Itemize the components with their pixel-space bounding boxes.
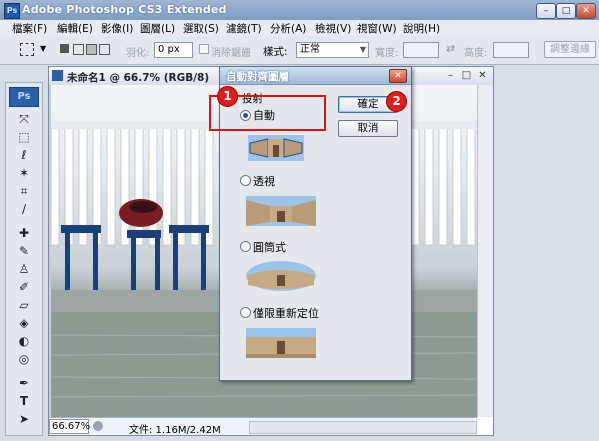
menu-filter[interactable]: 濾鏡(T) xyxy=(226,21,262,36)
status-menu-icon[interactable] xyxy=(93,421,103,431)
eraser-icon[interactable]: ▱ xyxy=(16,297,32,313)
type-icon[interactable]: T xyxy=(16,393,32,409)
new-selection-icon[interactable] xyxy=(60,44,69,53)
ps-logo[interactable]: Ps xyxy=(9,87,39,107)
style-select[interactable]: 正常 ▼ xyxy=(296,42,369,58)
menu-analysis[interactable]: 分析(A) xyxy=(270,21,306,36)
option-perspective-label: 透視 xyxy=(253,175,275,188)
options-bar: ▼ 羽化: 0 px 消除鋸齒 樣式: 正常 ▼ 寬度: ⇄ 高度: 調整邊緣 xyxy=(0,36,599,65)
document-maximize-icon[interactable]: □ xyxy=(461,70,472,81)
dialog-title-bar[interactable]: 自動對齊圖層 ✕ xyxy=(220,67,411,85)
marquee-preset-icon[interactable] xyxy=(20,43,34,56)
menu-file[interactable]: 檔案(F) xyxy=(12,21,47,36)
dodge-icon[interactable]: ◎ xyxy=(16,351,32,367)
tools-panel: Ps ⤧ ⬚ ℓ ✶ ⌗ ∕ ✚ ✎ ♙ ✐ ▱ ◈ ◐ ◎ ✒ T ➤ xyxy=(5,82,43,436)
horizontal-scrollbar[interactable] xyxy=(249,421,477,434)
chevron-down-icon: ▼ xyxy=(359,45,366,54)
style-value: 正常 xyxy=(300,44,320,55)
restore-button[interactable]: □ xyxy=(556,3,576,19)
perspective-preview-icon xyxy=(246,196,316,226)
radio-cylindrical[interactable] xyxy=(240,241,251,252)
refine-edge-button[interactable]: 調整邊緣 xyxy=(544,41,596,58)
panel-dock-area xyxy=(494,66,599,434)
cylindrical-preview-icon xyxy=(246,261,316,291)
intersect-selection-icon[interactable] xyxy=(99,44,110,55)
move-icon[interactable]: ⤧ xyxy=(16,111,32,127)
document-close-icon[interactable]: ✕ xyxy=(477,70,488,81)
step-badge-1: 1 xyxy=(217,86,238,107)
zoom-field[interactable]: 66.67% xyxy=(49,419,90,434)
option-reposition-label: 僅限重新定位 xyxy=(253,307,319,320)
dropdown-arrow-icon[interactable]: ▼ xyxy=(40,44,46,53)
cancel-button[interactable]: 取消 xyxy=(338,120,398,137)
antialias-label: 消除鋸齒 xyxy=(211,48,251,59)
step-badge-2: 2 xyxy=(386,91,407,112)
menu-layer[interactable]: 圖層(L) xyxy=(140,21,175,36)
blur-icon[interactable]: ◐ xyxy=(16,333,32,349)
swap-icon[interactable]: ⇄ xyxy=(446,42,455,55)
menu-select[interactable]: 選取(S) xyxy=(183,21,219,36)
dialog-close-icon[interactable]: ✕ xyxy=(389,69,407,83)
stamp-icon[interactable]: ♙ xyxy=(16,261,32,277)
window-title: Adobe Photoshop CS3 Extended xyxy=(22,3,227,16)
photoshop-app-icon: Ps xyxy=(4,3,20,19)
minimize-button[interactable]: – xyxy=(536,3,556,19)
feather-input[interactable]: 0 px xyxy=(154,42,193,58)
menu-edit[interactable]: 編輯(E) xyxy=(57,21,93,36)
radio-reposition-only[interactable] xyxy=(240,307,251,318)
auto-preview-icon xyxy=(248,135,304,161)
marquee-icon[interactable]: ⬚ xyxy=(16,129,32,145)
pen-icon[interactable]: ✒ xyxy=(16,375,32,391)
menu-bar: 檔案(F) 編輯(E) 影像(I) 圖層(L) 選取(S) 濾鏡(T) 分析(A… xyxy=(0,20,599,37)
menu-window[interactable]: 視窗(W) xyxy=(357,21,397,36)
close-button[interactable]: ✕ xyxy=(576,3,596,19)
style-label: 樣式: xyxy=(263,46,288,58)
lasso-icon[interactable]: ℓ xyxy=(16,147,32,163)
antialias-checkbox[interactable] xyxy=(199,44,209,54)
healing-icon[interactable]: ✚ xyxy=(16,225,32,241)
menu-image[interactable]: 影像(I) xyxy=(101,21,133,36)
menu-view[interactable]: 檢視(V) xyxy=(315,21,351,36)
document-info: 文件: 1.16M/2.42M xyxy=(129,425,221,436)
magic-wand-icon[interactable]: ✶ xyxy=(16,165,32,181)
subtract-selection-icon[interactable] xyxy=(86,44,97,55)
history-brush-icon[interactable]: ✐ xyxy=(16,279,32,295)
brush-icon[interactable]: ✎ xyxy=(16,243,32,259)
reposition-preview-icon xyxy=(246,328,316,358)
bucket-icon[interactable]: ◈ xyxy=(16,315,32,331)
height-label: 高度: xyxy=(464,48,488,59)
height-input[interactable] xyxy=(493,42,529,58)
add-selection-icon[interactable] xyxy=(73,44,84,55)
crop-icon[interactable]: ⌗ xyxy=(16,183,32,199)
dialog-title: 自動對齊圖層 xyxy=(226,71,289,83)
option-cylindrical-label: 圓筒式 xyxy=(253,241,286,254)
feather-label: 羽化: xyxy=(126,48,150,59)
path-select-icon[interactable]: ➤ xyxy=(16,411,32,427)
slice-icon[interactable]: ∕ xyxy=(16,201,32,217)
document-minimize-icon[interactable]: – xyxy=(445,70,456,81)
radio-perspective[interactable] xyxy=(240,175,251,186)
title-bar: Ps Adobe Photoshop CS3 Extended – □ ✕ xyxy=(0,0,599,20)
vertical-scrollbar[interactable] xyxy=(477,85,493,417)
width-label: 寬度: xyxy=(375,48,399,59)
document-title: 未命名1 @ 66.7% (RGB/8) xyxy=(67,72,210,84)
document-icon xyxy=(52,70,63,81)
width-input[interactable] xyxy=(403,42,439,58)
menu-help[interactable]: 說明(H) xyxy=(403,21,440,36)
status-bar: 66.67% 文件: 1.16M/2.42M xyxy=(49,417,477,436)
